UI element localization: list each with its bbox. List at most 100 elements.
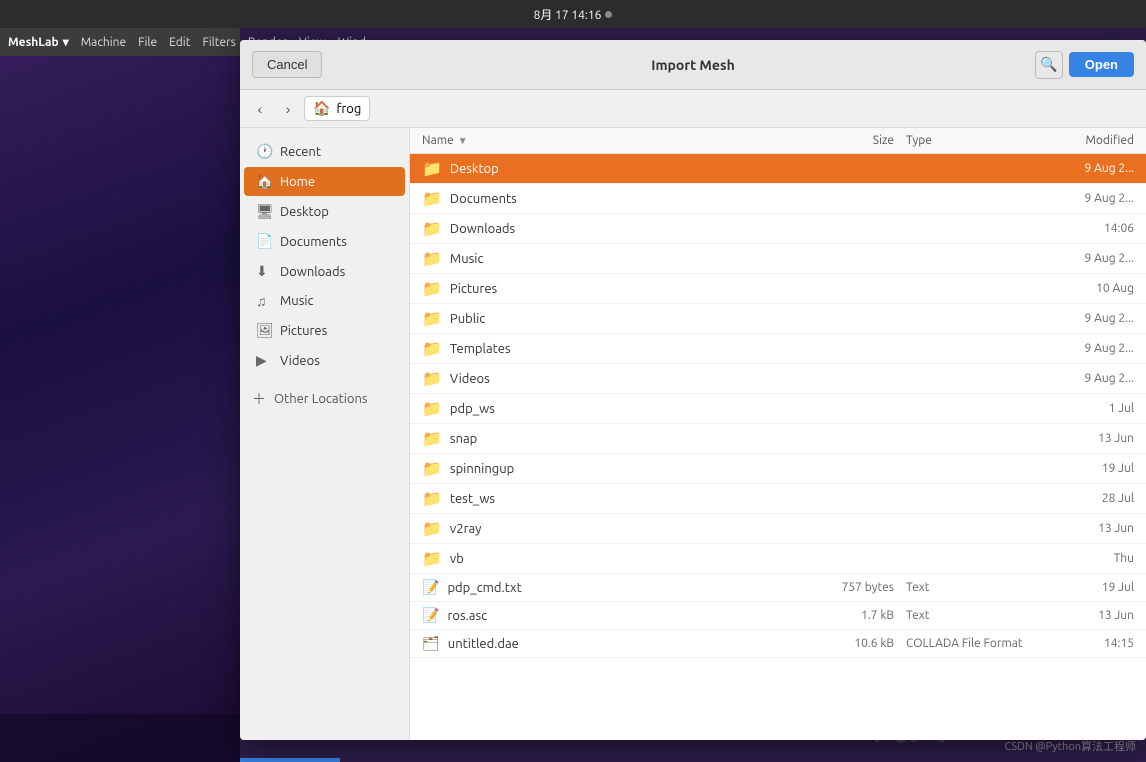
file-name: v2ray xyxy=(450,522,814,536)
file-name: Templates xyxy=(450,342,814,356)
breadcrumb-label: frog xyxy=(336,102,361,116)
file-type: COLLADA File Format xyxy=(894,637,1054,650)
file-modified: 19 Jul xyxy=(1054,581,1134,594)
file-name: spinningup xyxy=(450,462,814,476)
file-name: pdp_ws xyxy=(450,402,814,416)
folder-icon: 📁 xyxy=(422,219,442,238)
table-row[interactable]: 📁test_ws28 Jul xyxy=(410,484,1146,514)
content-area: 🕐 Recent 🏠 Home 🖥 Desktop 📄 Documents ⬇ xyxy=(240,128,1146,740)
cancel-button[interactable]: Cancel xyxy=(252,51,322,78)
topbar-indicator xyxy=(605,11,612,18)
folder-icon: 📁 xyxy=(422,489,442,508)
file-name: Documents xyxy=(450,192,814,206)
folder-icon: 📁 xyxy=(422,249,442,268)
sidebar-item-downloads[interactable]: ⬇ Downloads xyxy=(244,257,405,286)
progress-bar xyxy=(240,758,340,762)
file-list-header: Name ▼ Size Type Modified xyxy=(410,128,1146,154)
folder-icon: 📁 xyxy=(422,339,442,358)
menu-machine[interactable]: Machine xyxy=(81,36,126,49)
table-row[interactable]: 📝pdp_cmd.txt757 bytesText19 Jul xyxy=(410,574,1146,602)
file-type: Text xyxy=(894,581,1054,594)
header-modified[interactable]: Modified xyxy=(1054,134,1134,147)
recent-icon: 🕐 xyxy=(256,143,272,160)
file-modified: 13 Jun xyxy=(1054,432,1134,445)
table-row[interactable]: 📁v2ray13 Jun xyxy=(410,514,1146,544)
file-name: Pictures xyxy=(450,282,814,296)
file-modified: 19 Jul xyxy=(1054,462,1134,475)
desktop-background xyxy=(0,0,240,762)
file-name: Desktop xyxy=(450,162,814,176)
topbar-datetime: 8月 17 14:16 xyxy=(534,6,602,23)
sidebar-item-home[interactable]: 🏠 Home xyxy=(244,167,405,196)
header-type[interactable]: Type xyxy=(894,134,1054,147)
desktop-taskbar xyxy=(0,714,240,762)
file-name: vb xyxy=(450,552,814,566)
table-row[interactable]: 📁 Music 9 Aug 2... xyxy=(410,244,1146,274)
file-name: snap xyxy=(450,432,814,446)
table-row[interactable]: 📁 snap 13 Jun xyxy=(410,424,1146,454)
sidebar-label-desktop: Desktop xyxy=(280,205,329,219)
nav-back-button[interactable]: ‹ xyxy=(248,97,272,121)
breadcrumb: 🏠 frog xyxy=(304,96,370,121)
file-modified: 9 Aug 2... xyxy=(1054,252,1134,265)
table-row[interactable]: 📁Public9 Aug 2... xyxy=(410,304,1146,334)
sidebar-item-pictures[interactable]: 🖼 Pictures xyxy=(244,316,405,345)
sidebar-item-documents[interactable]: 📄 Documents xyxy=(244,227,405,256)
header-name[interactable]: Name ▼ xyxy=(422,134,814,147)
table-row[interactable]: 📝ros.asc1.7 kBText13 Jun xyxy=(410,602,1146,630)
sidebar-label-home: Home xyxy=(280,175,315,189)
folder-icon: 📁 xyxy=(422,549,442,568)
sidebar-item-other-locations[interactable]: ＋ Other Locations xyxy=(240,383,409,415)
folder-icon: 📁 xyxy=(422,279,442,298)
file-name: Music xyxy=(450,252,814,266)
file-modified: 13 Jun xyxy=(1054,522,1134,535)
table-row[interactable]: 📁Templates9 Aug 2... xyxy=(410,334,1146,364)
folder-icon: 📁 xyxy=(422,159,442,178)
music-icon: ♫ xyxy=(256,293,272,309)
file-name: pdp_cmd.txt xyxy=(447,581,814,595)
table-row[interactable]: 📁Downloads14:06 xyxy=(410,214,1146,244)
file-name: ros.asc xyxy=(447,609,814,623)
menu-file[interactable]: File xyxy=(138,36,157,49)
table-row[interactable]: 📁Pictures10 Aug xyxy=(410,274,1146,304)
add-icon: ＋ xyxy=(252,389,266,409)
file-size: 10.6 kB xyxy=(814,637,894,650)
nav-forward-button[interactable]: › xyxy=(276,97,300,121)
folder-icon: 📁 xyxy=(422,369,442,388)
videos-icon: ▶ xyxy=(256,352,272,369)
desktop-icon: 🖥 xyxy=(256,203,272,220)
file-name: Public xyxy=(450,312,814,326)
table-row[interactable]: 📁 vb Thu xyxy=(410,544,1146,574)
file-name: Downloads xyxy=(450,222,814,236)
table-row[interactable]: 📁 Desktop 9 Aug 2... xyxy=(410,154,1146,184)
sidebar-label-pictures: Pictures xyxy=(280,324,327,338)
file-modified: 9 Aug 2... xyxy=(1054,162,1134,175)
open-button[interactable]: Open xyxy=(1069,52,1134,77)
topbar: 8月 17 14:16 xyxy=(0,0,1146,28)
sidebar-item-recent[interactable]: 🕐 Recent xyxy=(244,137,405,166)
dae-icon: 🗂 xyxy=(422,635,440,652)
navigation-bar: ‹ › 🏠 frog xyxy=(240,90,1146,128)
sidebar-item-desktop[interactable]: 🖥 Desktop xyxy=(244,197,405,226)
table-row[interactable]: 📁Documents9 Aug 2... xyxy=(410,184,1146,214)
sidebar-item-videos[interactable]: ▶ Videos xyxy=(244,346,405,375)
table-row[interactable]: 🗂untitled.dae10.6 kBCOLLADA File Format1… xyxy=(410,630,1146,658)
file-modified: 1 Jul xyxy=(1054,402,1134,415)
folder-icon: 📁 xyxy=(422,429,442,448)
file-modified: Thu xyxy=(1054,552,1134,565)
import-mesh-dialog: Cancel Import Mesh 🔍 Open ‹ › 🏠 frog 🕐 R… xyxy=(240,40,1146,740)
table-row[interactable]: 📁Videos9 Aug 2... xyxy=(410,364,1146,394)
dialog-header-actions: 🔍 Open xyxy=(1035,51,1134,79)
folder-icon: 📁 xyxy=(422,459,442,478)
menu-edit[interactable]: Edit xyxy=(169,36,190,49)
search-button[interactable]: 🔍 xyxy=(1035,51,1063,79)
file-modified: 9 Aug 2... xyxy=(1054,372,1134,385)
menu-filters[interactable]: Filters xyxy=(202,36,235,49)
table-row[interactable]: 📁pdp_ws1 Jul xyxy=(410,394,1146,424)
file-size: 1.7 kB xyxy=(814,609,894,622)
table-row[interactable]: 📁 spinningup 19 Jul xyxy=(410,454,1146,484)
folder-icon: 📁 xyxy=(422,309,442,328)
sidebar-item-music[interactable]: ♫ Music xyxy=(244,287,405,315)
header-size[interactable]: Size xyxy=(814,134,894,147)
downloads-icon: ⬇ xyxy=(256,263,272,280)
